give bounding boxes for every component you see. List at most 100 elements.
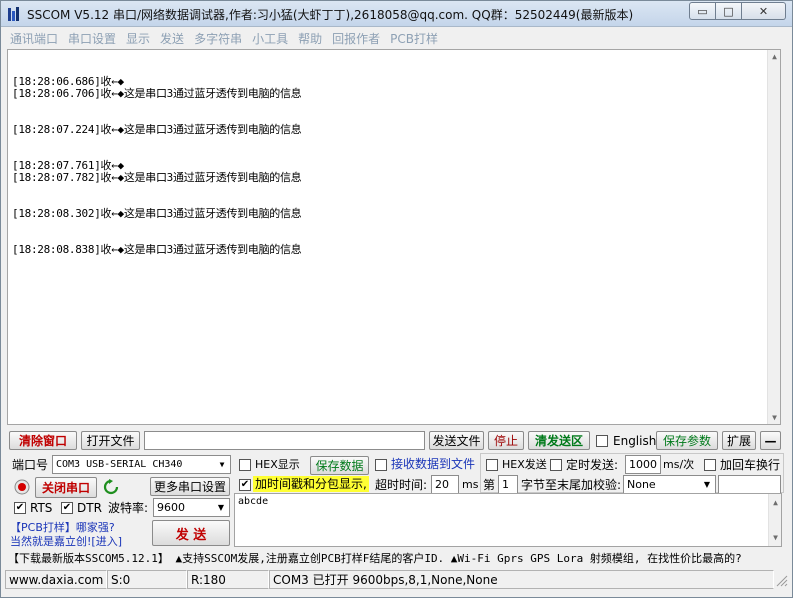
timeout-label: 超时时间: bbox=[375, 478, 428, 492]
port-status-icon bbox=[14, 479, 30, 495]
status-received-count: R:180 bbox=[187, 570, 269, 589]
close-icon: ✕ bbox=[758, 4, 769, 18]
receive-line: [18:28:07.224]收←◆这是串口3通过蓝牙透传到电脑的信息 bbox=[12, 123, 302, 136]
open-file-button[interactable]: 打开文件 bbox=[81, 431, 140, 450]
send-text: abcde bbox=[238, 496, 269, 507]
add-crlf-label: 加回车换行 bbox=[720, 458, 781, 472]
maximize-button[interactable]: □ bbox=[716, 2, 742, 20]
menu-help[interactable]: 帮助 bbox=[293, 29, 327, 47]
clear-send-button[interactable]: 清发送区 bbox=[528, 431, 590, 450]
rts-label: RTS bbox=[30, 501, 53, 515]
minimize-icon: ▭ bbox=[697, 4, 708, 18]
timed-send-checkbox[interactable] bbox=[550, 459, 562, 471]
interval-unit: ms/次 bbox=[663, 458, 695, 471]
receive-line: [18:28:08.838]收←◆这是串口3通过蓝牙透传到电脑的信息 bbox=[12, 243, 302, 256]
menu-comm-port[interactable]: 通讯端口 bbox=[5, 29, 63, 47]
menu-tools[interactable]: 小工具 bbox=[247, 29, 293, 47]
rts-checkbox[interactable]: ✔ bbox=[14, 502, 26, 514]
hex-display-label: HEX显示 bbox=[255, 458, 300, 471]
stop-button[interactable]: 停止 bbox=[488, 431, 524, 450]
close-port-button[interactable]: 关闭串口 bbox=[35, 477, 97, 498]
scroll-up-icon[interactable]: ▲ bbox=[769, 496, 782, 509]
checksum-value: None bbox=[627, 478, 656, 491]
dtr-checkbox[interactable]: ✔ bbox=[61, 502, 73, 514]
menu-port-settings[interactable]: 串口设置 bbox=[63, 29, 121, 47]
checksum-select[interactable]: None ▼ bbox=[623, 475, 716, 494]
interval-input[interactable]: 1000 bbox=[625, 455, 661, 474]
send-text-area[interactable]: abcde ▲ ▼ bbox=[234, 493, 782, 547]
scroll-down-icon[interactable]: ▼ bbox=[768, 411, 781, 424]
port-value: COM3 USB-SERIAL CH340 bbox=[56, 459, 183, 470]
receive-line: [18:28:07.782]收←◆这是串口3通过蓝牙透传到电脑的信息 bbox=[12, 171, 302, 184]
scroll-down-icon[interactable]: ▼ bbox=[769, 531, 782, 544]
add-crlf-checkbox[interactable] bbox=[704, 459, 716, 471]
status-port-info: COM3 已打开 9600bps,8,1,None,None bbox=[269, 570, 774, 589]
english-label: English bbox=[613, 434, 657, 448]
hex-send-checkbox[interactable] bbox=[486, 459, 498, 471]
app-window: SSCOM V5.12 串口/网络数据调试器,作者:习小猛(大虾丁丁),2618… bbox=[0, 0, 793, 598]
promo-banner[interactable]: 【下载最新版本SSCOM5.12.1】 ▲支持SSCOM发展,注册嘉立创PCB打… bbox=[8, 550, 786, 568]
menu-bar: 通讯端口 串口设置 显示 发送 多字符串 小工具 帮助 回报作者 PCB打样 bbox=[5, 29, 788, 47]
receive-line bbox=[12, 184, 301, 196]
send-scrollbar[interactable]: ▲ ▼ bbox=[768, 494, 781, 546]
receive-line: [18:28:08.302]收←◆这是串口3通过蓝牙透传到电脑的信息 bbox=[12, 207, 302, 220]
receive-log: [18:28:06.686]收←◆ [18:28:06.706]收←◆这是串口3通… bbox=[12, 64, 302, 256]
status-sent-count: S:0 bbox=[107, 570, 187, 589]
scroll-up-icon[interactable]: ▲ bbox=[768, 50, 781, 63]
title-bar[interactable]: SSCOM V5.12 串口/网络数据调试器,作者:习小猛(大虾丁丁),2618… bbox=[1, 1, 792, 27]
receive-area[interactable]: [18:28:06.686]收←◆ [18:28:06.706]收←◆这是串口3通… bbox=[7, 49, 781, 425]
collapse-button[interactable]: — bbox=[760, 431, 781, 450]
hex-send-label: HEX发送 bbox=[502, 458, 547, 471]
port-label: 端口号 bbox=[12, 458, 49, 472]
menu-pcb[interactable]: PCB打样 bbox=[385, 29, 443, 47]
maximize-icon: □ bbox=[723, 4, 734, 18]
menu-send[interactable]: 发送 bbox=[155, 29, 189, 47]
baud-value: 9600 bbox=[157, 501, 185, 514]
status-website[interactable]: www.daxia.com bbox=[5, 570, 107, 589]
recv-to-file-label[interactable]: 接收数据到文件 bbox=[391, 456, 475, 472]
chevron-down-icon: ▼ bbox=[215, 457, 229, 472]
receive-line bbox=[12, 220, 301, 232]
menu-report-author[interactable]: 回报作者 bbox=[327, 29, 385, 47]
checksum-extra-input[interactable] bbox=[718, 475, 781, 494]
window-title: SSCOM V5.12 串口/网络数据调试器,作者:习小猛(大虾丁丁),2618… bbox=[27, 8, 634, 22]
menu-multi-string[interactable]: 多字符串 bbox=[189, 29, 247, 47]
chevron-down-icon: ▼ bbox=[214, 500, 228, 515]
more-settings-button[interactable]: 更多串口设置 bbox=[150, 477, 230, 496]
nth-input[interactable]: 1 bbox=[498, 475, 518, 494]
refresh-icon[interactable] bbox=[103, 479, 119, 495]
timestamp-label: 加时间戳和分包显示, bbox=[253, 476, 369, 492]
baud-select[interactable]: 9600 ▼ bbox=[153, 498, 230, 517]
hex-display-checkbox[interactable] bbox=[239, 459, 251, 471]
english-checkbox[interactable] bbox=[596, 435, 608, 447]
timeout-unit: ms bbox=[462, 478, 479, 491]
send-file-button[interactable]: 发送文件 bbox=[429, 431, 484, 450]
port-select[interactable]: COM3 USB-SERIAL CH340 ▼ bbox=[52, 455, 231, 474]
status-bar: www.daxia.com S:0 R:180 COM3 已打开 9600bps… bbox=[5, 570, 790, 590]
chevron-down-icon: ▼ bbox=[700, 477, 714, 492]
recv-to-file-checkbox[interactable] bbox=[375, 459, 387, 471]
checksum-label: 字节至末尾加校验: bbox=[521, 478, 622, 492]
dtr-label: DTR bbox=[77, 501, 102, 515]
save-data-button[interactable]: 保存数据 bbox=[310, 456, 369, 475]
app-icon bbox=[8, 7, 19, 21]
expand-button[interactable]: 扩展 bbox=[722, 431, 756, 450]
close-button[interactable]: ✕ bbox=[742, 2, 786, 20]
timestamp-checkbox[interactable]: ✔ bbox=[239, 479, 251, 491]
menu-display[interactable]: 显示 bbox=[121, 29, 155, 47]
save-params-button[interactable]: 保存参数 bbox=[656, 431, 718, 450]
receive-scrollbar[interactable]: ▲ ▼ bbox=[767, 50, 780, 424]
file-path-input[interactable] bbox=[144, 431, 425, 450]
minimize-button[interactable]: ▭ bbox=[689, 2, 716, 20]
receive-line bbox=[12, 100, 301, 112]
receive-line bbox=[12, 136, 301, 148]
send-button[interactable]: 发 送 bbox=[152, 520, 230, 546]
timed-send-label: 定时发送: bbox=[566, 458, 619, 472]
baud-label: 波特率: bbox=[108, 501, 149, 515]
pcb-enter-link[interactable]: 当然就是嘉立创![进入] bbox=[10, 534, 122, 550]
timeout-input[interactable]: 20 bbox=[431, 475, 459, 494]
receive-line: [18:28:06.706]收←◆这是串口3通过蓝牙透传到电脑的信息 bbox=[12, 87, 302, 100]
nth-label: 第 bbox=[483, 478, 496, 492]
clear-window-button[interactable]: 清除窗口 bbox=[9, 431, 77, 450]
resize-grip-icon[interactable] bbox=[774, 570, 788, 589]
